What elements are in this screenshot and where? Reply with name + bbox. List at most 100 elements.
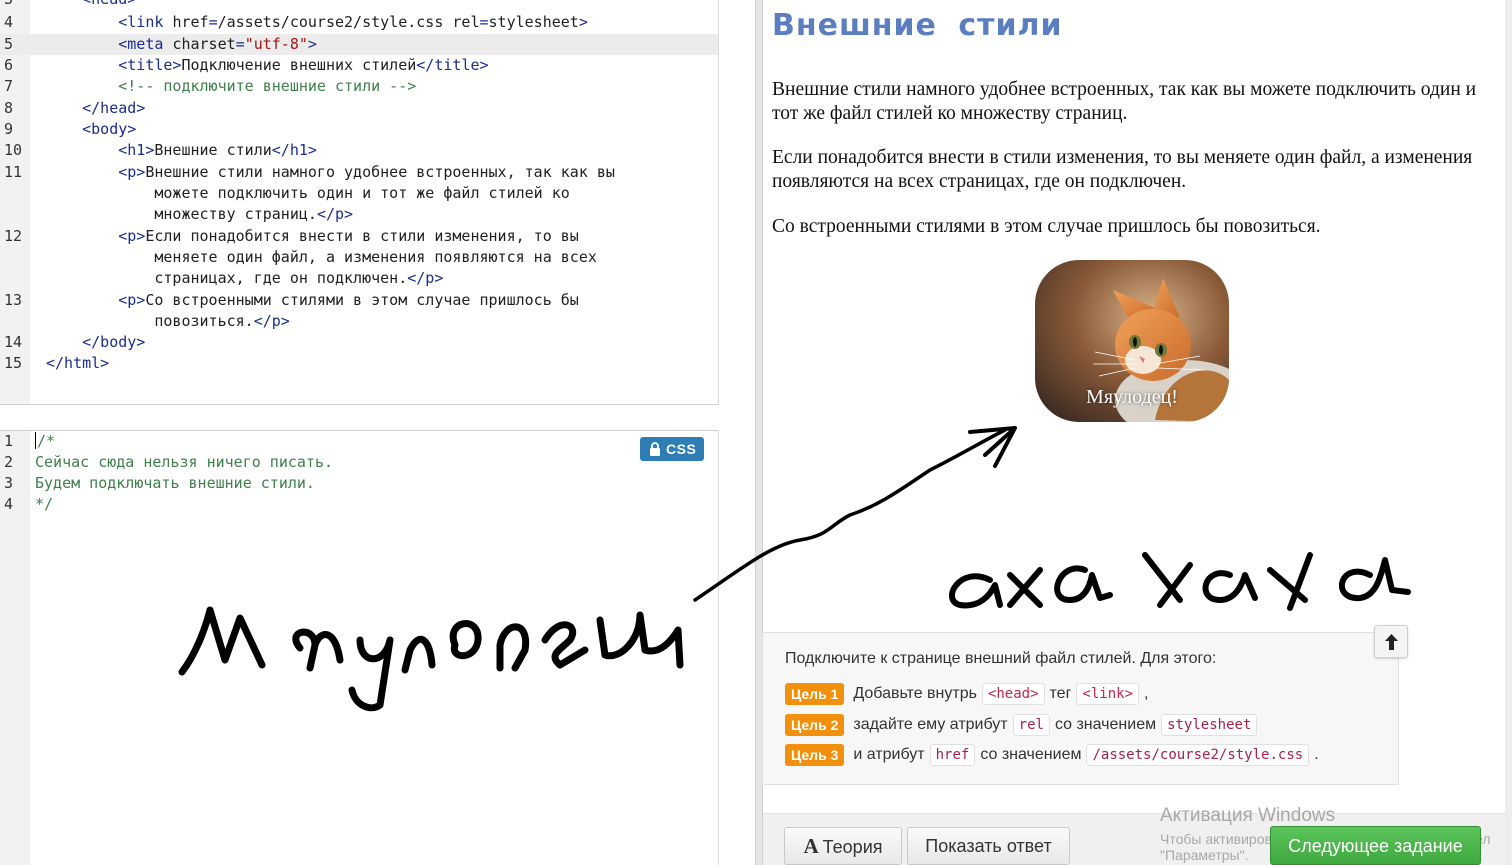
line-number: 15	[4, 354, 23, 372]
code-token: rel	[452, 13, 480, 31]
line-number: 1	[4, 432, 14, 450]
code-token: <head>	[981, 683, 1045, 705]
code-line[interactable]: 12 <p>Если понадобится внести в стили из…	[0, 226, 718, 247]
code-text: <link href=/assets/course2/style.css rel…	[46, 12, 588, 33]
code-line[interactable]: 4 */	[0, 494, 718, 515]
code-token: </body>	[46, 333, 146, 351]
code-token: </html>	[46, 354, 110, 372]
code-token: /assets/course2/style.css	[217, 13, 453, 31]
next-task-button[interactable]: Следующее задание	[1270, 826, 1481, 865]
code-token: href	[929, 744, 976, 766]
task-intro: Подключите к странице внешний файл стиле…	[785, 650, 1217, 667]
arrow-up-icon	[1385, 634, 1398, 650]
code-token: "utf-8"	[244, 35, 308, 53]
code-line[interactable]: повозиться.</p>	[0, 311, 718, 332]
code-line[interactable]: 7 <!-- подключите внешние стили -->	[0, 76, 718, 97]
html-code-editor[interactable]: 3 <head> 4 <link href=/assets/course2/sty…	[0, 0, 718, 405]
line-number: 14	[4, 333, 23, 351]
code-text: <p>Если понадобится внести в стили измен…	[46, 226, 579, 247]
code-text: */	[35, 494, 53, 515]
code-line[interactable]: 9 <body>	[0, 119, 718, 140]
code-text: Будем подключать внешние стили.	[35, 473, 315, 494]
code-text: <body>	[46, 119, 136, 140]
code-token: /assets/course2/style.css	[1086, 744, 1310, 766]
result-preview: Внешние стили Внешние стили намного удоб…	[763, 0, 1508, 630]
code-text: множеству страниц.</p>	[46, 204, 353, 225]
goal-badge: Цель 1	[785, 683, 845, 705]
collapse-task-button[interactable]	[1374, 625, 1408, 658]
code-text: <meta charset="utf-8">	[46, 34, 317, 55]
code-text: повозиться.</p>	[46, 311, 290, 332]
code-line[interactable]: 10 <h1>Внешние стили</h1>	[0, 140, 718, 161]
code-line[interactable]: 8 </head>	[0, 98, 718, 119]
code-token: </head>	[46, 99, 146, 117]
code-token: можете подключить один и тот же файл сти…	[46, 184, 570, 202]
code-line[interactable]: можете подключить один и тот же файл сти…	[0, 183, 718, 204]
code-line[interactable]: 15 </html>	[0, 353, 718, 374]
code-token: <!-- подключите внешние стили -->	[46, 77, 417, 95]
preview-paragraph-3: Со встроенными стилями в этом случае при…	[772, 216, 1321, 237]
code-token: =	[208, 13, 218, 31]
code-line[interactable]: 14 </body>	[0, 332, 718, 353]
preview-paragraph-2: Если понадобится внести в стили изменени…	[772, 147, 1473, 192]
code-text: /*	[35, 431, 55, 452]
code-line[interactable]: 2 Сейчас сюда нельзя ничего писать.	[0, 452, 718, 473]
code-token: Со встроенными стилями в этом случае при…	[145, 291, 579, 309]
code-token: <h1>	[46, 141, 155, 159]
code-token: Внешние стили намного удобнее встроенных…	[145, 163, 615, 181]
line-number: 6	[4, 56, 14, 74]
code-token: множеству страниц.	[46, 205, 317, 223]
goal-text: тег	[1049, 685, 1072, 702]
code-token: href	[172, 13, 209, 31]
code-token: </p>	[407, 269, 444, 287]
editor-border	[718, 0, 719, 405]
css-badge-label: CSS	[666, 441, 697, 457]
code-text: </head>	[46, 98, 145, 119]
code-line[interactable]: 1 /*	[0, 431, 718, 452]
line-number: 13	[4, 291, 23, 309]
goal-text: Добавьте внутрь	[853, 685, 977, 702]
code-token: Сейчас сюда нельзя ничего писать.	[35, 453, 334, 471]
goal-badge: Цель 3	[785, 744, 845, 766]
code-line[interactable]: 11 <p>Внешние стили намного удобнее встр…	[0, 162, 718, 183]
code-line[interactable]: множеству страниц.</p>	[0, 204, 718, 225]
code-line[interactable]: 4 <link href=/assets/course2/style.css r…	[0, 12, 718, 33]
code-text: можете подключить один и тот же файл сти…	[46, 183, 570, 204]
code-line[interactable]: меняете один файл, а изменения появляютс…	[0, 247, 718, 268]
code-line[interactable]: 5 <meta charset="utf-8">	[0, 34, 718, 55]
code-line[interactable]: 3 Будем подключать внешние стили.	[0, 473, 718, 494]
code-token: stylesheet	[1161, 714, 1258, 736]
image-caption: Мяулодец!	[1086, 386, 1178, 408]
goal-text: и атрибут	[853, 746, 925, 763]
code-text: <h1>Внешние стили</h1>	[46, 140, 317, 161]
code-token: <p>	[46, 291, 146, 309]
code-token: rel	[1012, 714, 1050, 736]
code-token: </p>	[253, 312, 290, 330]
code-token: <meta	[46, 35, 173, 53]
code-line[interactable]: 3 <head>	[0, 0, 718, 10]
goal-text: ,	[1144, 685, 1149, 702]
editor-split-divider[interactable]	[0, 405, 718, 430]
code-token: <p>	[46, 163, 146, 181]
show-answer-button[interactable]: Показать ответ	[907, 827, 1070, 865]
goal-text: задайте ему атрибут	[853, 716, 1008, 733]
code-token: </p>	[316, 205, 354, 223]
theory-button[interactable]: А Теория	[784, 827, 902, 865]
line-number: 4	[4, 495, 14, 513]
code-token: </title>	[416, 56, 489, 74]
code-text: <title>Подключение внешних стилей</title…	[46, 55, 489, 76]
code-token: Подключение внешних стилей	[181, 56, 417, 74]
line-number: 12	[4, 227, 23, 245]
preview-scrollbar[interactable]	[1505, 0, 1512, 865]
theory-icon: А	[803, 834, 819, 858]
code-token: =	[235, 35, 245, 53]
preview-heading: Внешние стили	[772, 8, 1063, 43]
code-line[interactable]: страницах, где он подключен.</p>	[0, 268, 718, 289]
css-code-editor[interactable]: 1 /* 2 Сейчас сюда нельзя ничего писать. 3 Бу…	[0, 430, 718, 865]
editor-border	[718, 430, 719, 865]
code-line[interactable]: 13 <p>Со встроенными стилями в этом случ…	[0, 290, 718, 311]
lock-icon	[650, 442, 660, 456]
code-text: меняете один файл, а изменения появляютс…	[46, 247, 597, 268]
line-number: 8	[4, 99, 14, 117]
code-line[interactable]: 6 <title>Подключение внешних стилей</tit…	[0, 55, 718, 76]
